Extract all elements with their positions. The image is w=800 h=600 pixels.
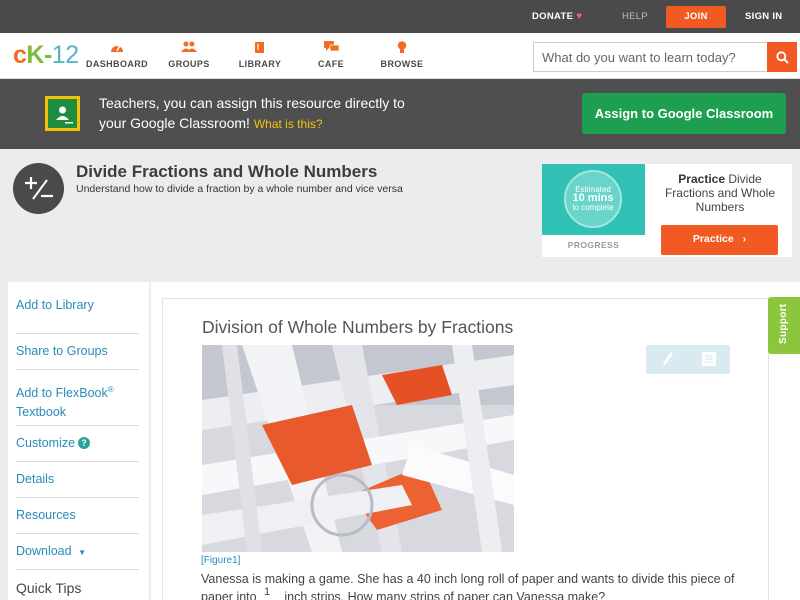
plus-minus-icon [13, 163, 64, 214]
what-is-this-link[interactable]: What is this? [254, 117, 323, 131]
support-tab[interactable]: Support [768, 297, 800, 354]
logo-num: 12 [51, 41, 79, 69]
sidebar-item-label: Customize [16, 436, 76, 450]
sidebar-resources[interactable]: Resources [16, 508, 139, 534]
practice-teal-bg: Estimated 10 mins to complete [542, 164, 645, 235]
sidebar-add-to-library[interactable]: Add to Library [16, 298, 139, 334]
quick-tips-heading: Quick Tips [16, 580, 82, 596]
article-title: Division of Whole Numbers by Fractions [202, 317, 514, 337]
nav-library[interactable]: LIBRARY [225, 41, 295, 69]
sidebar: Add to Library Share to Groups Add to Fl… [8, 282, 149, 600]
nav-browse[interactable]: BROWSE [367, 41, 437, 69]
ck12-logo[interactable]: cK-12 [13, 41, 79, 70]
nav-groups-label: GROUPS [168, 59, 210, 69]
sign-in-link[interactable]: SIGN IN [745, 0, 782, 33]
concept-title: Divide Fractions and Whole Numbers [76, 162, 378, 181]
sidebar-item-label: Details [16, 472, 55, 486]
sidebar-item-label: Download [16, 544, 72, 558]
logo-c: c [13, 41, 27, 69]
pencil-icon[interactable] [662, 351, 674, 372]
estimated-time-badge: Estimated 10 mins to complete [564, 170, 622, 228]
nav-library-label: LIBRARY [238, 59, 282, 69]
annotation-tools [646, 345, 730, 374]
top-bar: DONATE ♥ HELP JOIN SIGN IN [0, 0, 800, 33]
figure-paper-strips-image [202, 345, 514, 552]
sidebar-add-to-flexbook[interactable]: Add to FlexBook® Textbook [16, 380, 139, 426]
main-nav: cK-12 DASHBOARD GROUPS LIBRARY CAFE BROW… [0, 33, 800, 79]
to-complete-label: to complete [572, 203, 614, 212]
nav-browse-label: BROWSE [380, 59, 424, 69]
library-book-icon [225, 41, 295, 57]
google-classroom-icon [45, 96, 80, 131]
banner-line-2: your Google Classroom! [99, 115, 250, 131]
logo-k: K [26, 41, 44, 69]
join-button[interactable]: JOIN [666, 6, 726, 28]
cafe-chat-icon [296, 41, 366, 57]
logo-dash: - [43, 41, 52, 69]
groups-people-icon [154, 41, 224, 57]
estimated-mins: 10 mins [572, 192, 614, 204]
heart-icon: ♥ [576, 11, 583, 22]
practice-description: Practice Divide Fractions and Whole Numb… [654, 172, 786, 214]
nav-dashboard[interactable]: DASHBOARD [82, 41, 152, 69]
nav-dashboard-label: DASHBOARD [85, 59, 149, 69]
sidebar-customize[interactable]: Customize? [16, 436, 139, 462]
support-label: Support [778, 303, 789, 344]
banner-message: Teachers, you can assign this resource d… [99, 93, 405, 134]
help-link[interactable]: HELP [622, 0, 648, 33]
article-paragraph-continued: paper into ___ inch strips. How many str… [201, 590, 606, 600]
practice-bold: Practice [678, 172, 725, 186]
search-icon [775, 50, 789, 64]
figure-caption[interactable]: [Figure1] [201, 555, 240, 566]
nav-cafe-label: CAFE [317, 59, 345, 69]
sidebar-item-label: Share to Groups [16, 344, 108, 358]
nav-cafe[interactable]: CAFE [296, 41, 366, 69]
notes-icon[interactable] [702, 352, 716, 371]
article-paragraph: Vanessa is making a game. She has a 40 i… [201, 572, 735, 586]
sidebar-item-label-2: Textbook [16, 405, 67, 420]
practice-card: Estimated 10 mins to complete PROGRESS P… [542, 164, 792, 257]
donate-link[interactable]: DONATE ♥ [532, 0, 582, 33]
donate-label: DONATE [532, 11, 574, 22]
practice-button-label: Practice [692, 233, 734, 245]
search-input[interactable] [534, 43, 766, 71]
dashboard-gauge-icon [82, 41, 152, 57]
sidebar-download[interactable]: Download ▼ [16, 544, 139, 570]
sidebar-share-to-groups[interactable]: Share to Groups [16, 344, 139, 370]
browse-bulb-icon [367, 41, 437, 57]
search-button[interactable] [767, 42, 797, 72]
banner-line-1: Teachers, you can assign this resource d… [99, 95, 405, 111]
help-question-icon[interactable]: ? [78, 437, 91, 449]
sidebar-item-label: Add to FlexBook [16, 386, 108, 401]
assign-google-classroom-button[interactable]: Assign to Google Classroom [582, 93, 786, 134]
sidebar-item-label: Resources [16, 508, 76, 522]
concept-subtitle: Understand how to divide a fraction by a… [76, 183, 403, 195]
sidebar-item-label: Add to Library [16, 298, 94, 312]
progress-label: PROGRESS [567, 240, 620, 250]
search-box [533, 42, 797, 72]
dropdown-arrow-icon: ▼ [78, 548, 86, 557]
practice-progress-panel: Estimated 10 mins to complete PROGRESS [542, 164, 645, 257]
sidebar-details[interactable]: Details [16, 472, 139, 498]
nav-groups[interactable]: GROUPS [154, 41, 224, 69]
google-classroom-banner: Teachers, you can assign this resource d… [0, 79, 800, 149]
practice-button[interactable]: Practice › [661, 225, 778, 255]
chevron-right-icon: › [742, 233, 747, 245]
